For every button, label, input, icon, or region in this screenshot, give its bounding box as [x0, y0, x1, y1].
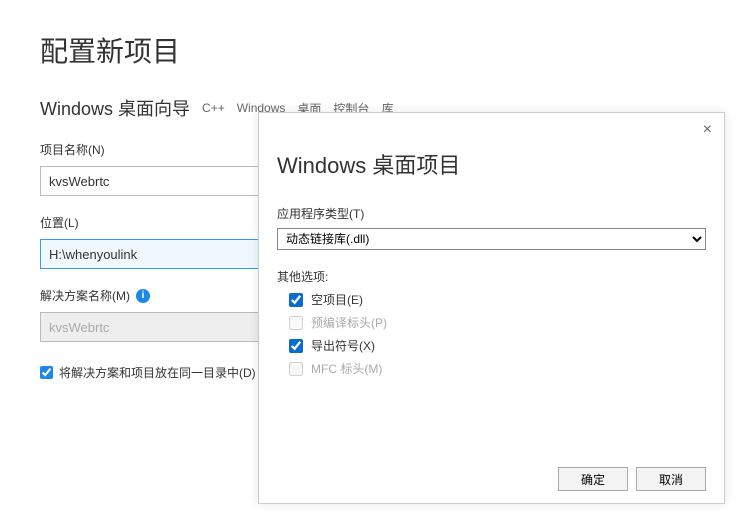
- option-mfc-headers: MFC 标头(M): [277, 360, 706, 377]
- option-empty-project-checkbox[interactable]: [289, 293, 303, 307]
- desktop-project-dialog: × Windows 桌面项目 应用程序类型(T) 动态链接库(.dll) 其他选…: [258, 112, 725, 504]
- option-precompiled-header-checkbox: [289, 316, 303, 330]
- tag-cpp: C++: [202, 101, 225, 115]
- same-directory-label: 将解决方案和项目放在同一目录中(D): [59, 364, 256, 381]
- dialog-title: Windows 桌面项目: [277, 148, 706, 180]
- app-type-label: 应用程序类型(T): [277, 205, 706, 222]
- wizard-name: Windows 桌面向导: [40, 95, 190, 121]
- other-options-label: 其他选项:: [277, 268, 706, 285]
- solution-name-input: [40, 312, 260, 342]
- same-directory-checkbox[interactable]: [40, 366, 53, 379]
- dialog-button-row: 确定 取消: [277, 467, 706, 491]
- info-icon[interactable]: i: [136, 289, 150, 303]
- option-precompiled-header: 预编译标头(P): [277, 314, 706, 331]
- option-export-symbols-checkbox[interactable]: [289, 339, 303, 353]
- project-name-input[interactable]: [40, 166, 260, 196]
- location-input[interactable]: [40, 239, 260, 269]
- option-mfc-headers-checkbox: [289, 362, 303, 376]
- other-options-group: 其他选项: 空项目(E) 预编译标头(P) 导出符号(X) MFC 标头(M): [277, 268, 706, 383]
- close-button[interactable]: ×: [703, 121, 712, 139]
- page-title: 配置新项目: [40, 30, 710, 70]
- option-export-symbols[interactable]: 导出符号(X): [277, 337, 706, 354]
- ok-button[interactable]: 确定: [558, 467, 628, 491]
- cancel-button[interactable]: 取消: [636, 467, 706, 491]
- app-type-select[interactable]: 动态链接库(.dll): [277, 228, 706, 250]
- option-empty-project[interactable]: 空项目(E): [277, 291, 706, 308]
